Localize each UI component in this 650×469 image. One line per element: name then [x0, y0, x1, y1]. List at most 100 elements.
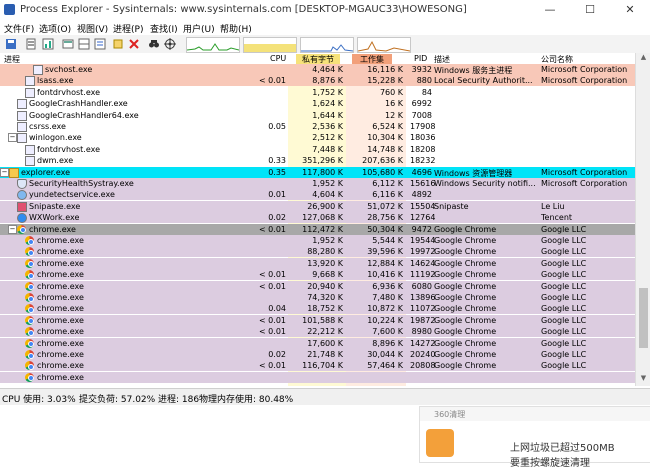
menu-users[interactable]: 用户(U) — [183, 22, 215, 35]
tree-collapse-icon[interactable]: − — [0, 167, 9, 177]
status-bar: CPU 使用: 3.03% 提交负荷: 57.02% 进程: 186 物理内存使… — [0, 388, 650, 405]
tree-collapse-icon[interactable]: − — [8, 133, 17, 143]
process-row[interactable]: chrome.exe 13,920 K 12,884 K 14624 Google Ch… — [0, 257, 635, 269]
process-row[interactable]: chrome.exe 1,952 K 5,544 K 19544 Google Chro… — [0, 235, 635, 246]
window-title: Process Explorer - Sysinternals: www.sys… — [20, 4, 467, 15]
header-pid[interactable]: PID — [414, 54, 427, 63]
refresh-icon[interactable] — [25, 38, 37, 50]
process-row[interactable]: chrome.exe 0.04 18,752 K 10,872 K 11072 Googl… — [0, 303, 635, 315]
find-binoculars-icon[interactable] — [148, 38, 160, 50]
menu-view[interactable]: 视图(V) — [77, 22, 108, 35]
network-graph[interactable] — [357, 37, 411, 53]
process-row[interactable]: chrome.exe 74,320 K 7,480 K 13896 Google Chr… — [0, 292, 635, 303]
window-icon — [17, 99, 27, 110]
menu-file[interactable]: 文件(F) — [4, 22, 34, 35]
process-row[interactable]: GoogleCrashHandler.exe 1,624 K 16 K 6992 — [0, 98, 635, 110]
process-row[interactable]: dwm.exe 0.33 351,296 K 207,636 K 18232 — [0, 155, 635, 167]
description-value: Windows 服务主进程 — [434, 66, 513, 75]
cpu-value: < 0.01 — [258, 361, 286, 371]
process-row[interactable]: yundetectservice.exe 0.01 4,604 K 6,116 K 48… — [0, 189, 635, 201]
process-name: csrss.exe — [29, 122, 66, 131]
menu-process[interactable]: 进程(P) — [113, 22, 143, 35]
process-row[interactable]: chrome.exe — [0, 371, 635, 383]
working-set-value: 39,596 K — [367, 247, 403, 257]
pid-value: 19544 — [410, 236, 436, 245]
process-row[interactable]: chrome.exe < 0.01 20,940 K 6,936 K 6080 Googl… — [0, 280, 635, 292]
working-set-value: 16 K — [385, 99, 403, 109]
process-row[interactable]: fontdrvhost.exe 7,448 K 14,748 K 18208 — [0, 144, 635, 155]
working-set-value: 10,872 K — [367, 304, 403, 314]
process-list[interactable]: svchost.exe 4,464 K 16,116 K 3932 Windows 服务… — [0, 64, 635, 386]
cleanup-notification-popup[interactable]: 360清理 上网垃圾已超过500MB 要重按螺旋速清理 — [419, 406, 650, 469]
chrome-icon — [25, 304, 34, 314]
company-value: Google LLC — [541, 236, 587, 245]
process-row[interactable]: − winlogon.exe 2,512 K 10,304 K 18036 — [0, 132, 635, 144]
process-row[interactable]: chrome.exe < 0.01 22,212 K 7,600 K 8980 Googl… — [0, 326, 635, 338]
process-row[interactable]: chrome.exe < 0.01 101,588 K 10,224 K 19872 Go… — [0, 314, 635, 326]
title-bar: Process Explorer - Sysinternals: www.sys… — [0, 0, 650, 20]
description-value: Google Chrome — [434, 315, 497, 325]
properties-icon[interactable] — [112, 38, 124, 50]
company-value: Google LLC — [541, 338, 587, 348]
private-bytes-value: 22,212 K — [307, 327, 343, 337]
menu-options[interactable]: 选项(O) — [39, 22, 71, 35]
working-set-value: 12 K — [385, 110, 403, 120]
status-commit-charge: 提交负荷: 57.02% — [79, 395, 156, 405]
commit-graph[interactable] — [243, 37, 297, 53]
process-row[interactable]: − explorer.exe 0.35 117,800 K 105,680 K 4696 W… — [0, 166, 635, 178]
private-bytes-value: 7,448 K — [312, 144, 343, 154]
process-row[interactable]: GoogleCrashHandler64.exe 1,644 K 12 K 7008 — [0, 110, 635, 121]
pid-value: 4892 — [411, 190, 432, 200]
process-row[interactable]: chrome.exe 0.02 21,748 K 30,044 K 20240 Googl… — [0, 349, 635, 360]
pid-value: 17908 — [410, 122, 436, 131]
description-value: Snipaste — [434, 201, 469, 211]
working-set-value: 12,884 K — [367, 258, 403, 268]
minimize-button[interactable]: — — [530, 0, 570, 20]
private-bytes-value: 1,644 K — [312, 110, 343, 120]
lower-pane-icon[interactable] — [78, 38, 90, 50]
io-graph[interactable] — [300, 37, 354, 53]
process-row[interactable]: − chrome.exe < 0.01 112,472 K 50,304 K 9472 Go… — [0, 223, 635, 235]
process-row[interactable]: chrome.exe 88,280 K 39,596 K 19972 Google Ch… — [0, 246, 635, 258]
shield-icon — [17, 179, 27, 189]
process-row[interactable]: chrome.exe < 0.01 116,704 K 57,464 K 20808 Go… — [0, 360, 635, 372]
cpu-value: < 0.01 — [258, 281, 286, 291]
scroll-up-icon[interactable]: ▲ — [636, 53, 650, 65]
target-window-icon[interactable] — [164, 38, 176, 50]
process-name: chrome.exe — [37, 281, 84, 291]
process-name: chrome.exe — [37, 247, 84, 257]
tree-collapse-icon[interactable]: − — [8, 224, 17, 234]
private-bytes-value: 2,536 K — [312, 122, 343, 131]
header-cpu[interactable]: CPU — [270, 54, 286, 63]
save-icon[interactable] — [5, 38, 17, 50]
popup-message-line1[interactable]: 上网垃圾已超过500MB — [510, 439, 615, 454]
system-info-icon[interactable] — [42, 38, 54, 50]
pid-value: 20240 — [410, 350, 436, 359]
vertical-scrollbar[interactable]: ▲ ▼ — [635, 53, 650, 386]
cpu-graph[interactable] — [186, 37, 240, 53]
process-view-icon[interactable] — [62, 38, 74, 50]
process-row[interactable]: Snipaste.exe 26,900 K 51,072 K 15504 Snipast… — [0, 200, 635, 212]
kill-process-icon[interactable] — [128, 38, 140, 50]
process-row[interactable]: fontdrvhost.exe 1,752 K 760 K 84 — [0, 87, 635, 98]
scroll-down-icon[interactable]: ▼ — [636, 374, 650, 386]
close-button[interactable]: ✕ — [610, 0, 650, 20]
scroll-thumb[interactable] — [639, 288, 648, 348]
company-value: Google LLC — [541, 327, 587, 337]
process-row[interactable]: svchost.exe 4,464 K 16,116 K 3932 Windows 服务… — [0, 64, 635, 75]
process-row[interactable]: csrss.exe 0.05 2,536 K 6,524 K 17908 — [0, 121, 635, 132]
maximize-button[interactable]: ☐ — [570, 0, 610, 20]
pid-value: 7008 — [411, 110, 432, 120]
company-value: Tencent — [541, 213, 573, 223]
dll-view-icon[interactable] — [94, 38, 106, 50]
process-row[interactable]: chrome.exe < 0.01 9,668 K 10,416 K 11192 Goog… — [0, 269, 635, 281]
process-row[interactable]: SecurityHealthSystray.exe 1,952 K 6,112 K 1… — [0, 178, 635, 189]
process-name: fontdrvhost.exe — [37, 144, 101, 154]
process-row[interactable]: chrome.exe 17,600 K 8,896 K 14272 Google Chr… — [0, 337, 635, 349]
menu-find[interactable]: 查找(I) — [150, 22, 178, 35]
company-value: Google LLC — [541, 281, 587, 291]
process-row[interactable]: lsass.exe < 0.01 8,876 K 15,228 K 880 Local S… — [0, 75, 635, 87]
popup-message-line2[interactable]: 要重按螺旋速清理 — [510, 454, 590, 469]
menu-help[interactable]: 帮助(H) — [220, 22, 252, 35]
process-row[interactable]: WXWork.exe 0.02 127,068 K 28,756 K 12764 Tenc… — [0, 212, 635, 224]
